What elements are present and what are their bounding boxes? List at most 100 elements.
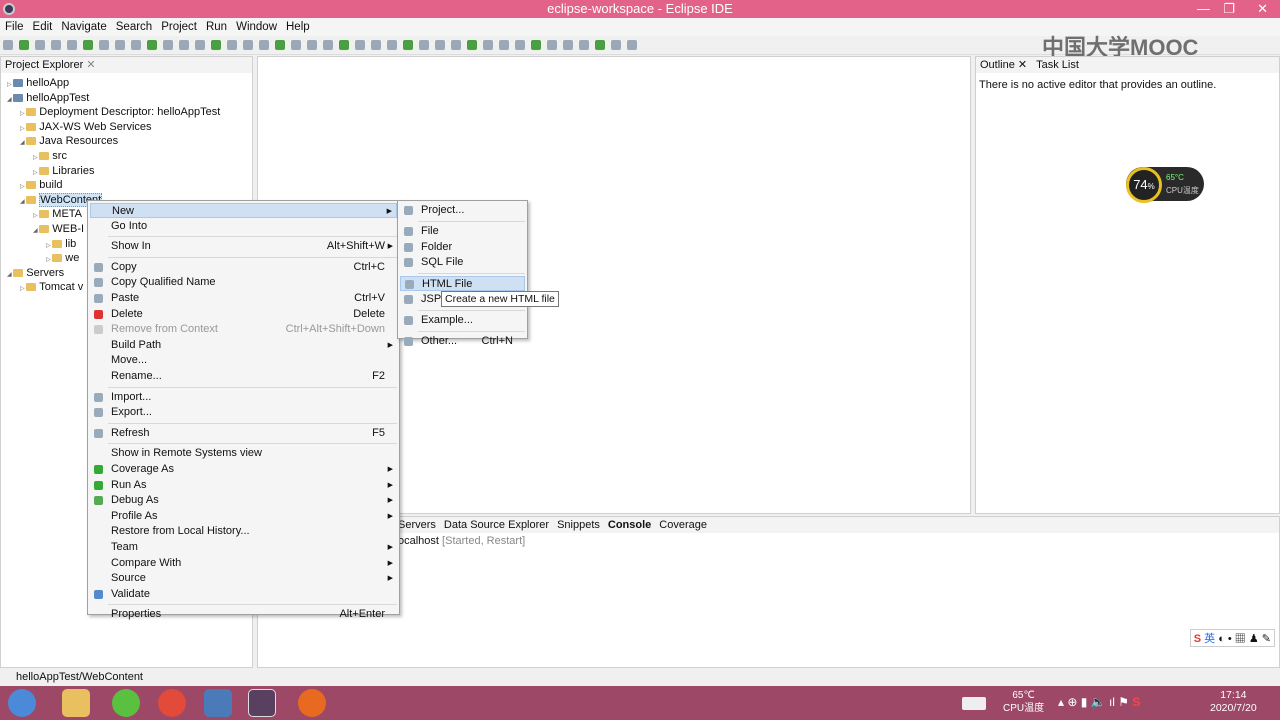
ime-toolbar[interactable]: S 英 ◐ • ▦ ♟ ✎ xyxy=(1189,629,1275,647)
menu-item-new[interactable]: New ▶ xyxy=(90,203,397,218)
close-button[interactable]: ✕ xyxy=(1257,0,1268,18)
toolbar-button[interactable] xyxy=(211,40,221,50)
toolbar-button[interactable] xyxy=(131,40,141,50)
toolbar-button[interactable] xyxy=(3,40,13,50)
eclipse-app[interactable] xyxy=(248,689,276,717)
menu-item-build-path[interactable]: Build Path ▶ xyxy=(90,338,397,353)
toolbar-button[interactable] xyxy=(451,40,461,50)
submenu-item-folder[interactable]: Folder xyxy=(400,240,525,255)
menu-item-restore-from-local-history[interactable]: Restore from Local History... xyxy=(90,524,397,539)
toolbar-button[interactable] xyxy=(35,40,45,50)
menu-window[interactable]: Window xyxy=(236,21,277,33)
toolbar-button[interactable] xyxy=(147,40,157,50)
toolbar-button[interactable] xyxy=(403,40,413,50)
recorder-app[interactable] xyxy=(298,689,326,717)
toolbar-button[interactable] xyxy=(371,40,381,50)
submenu-item-other[interactable]: Other... Ctrl+N xyxy=(400,334,525,349)
menu-item-show-in-remote-systems-view[interactable]: Show in Remote Systems view xyxy=(90,446,397,461)
menu-item-delete[interactable]: Delete Delete xyxy=(90,307,397,322)
tree-item[interactable]: ◢ helloAppTest xyxy=(1,91,252,106)
submenu-item-example[interactable]: Example... xyxy=(400,313,525,328)
menu-help[interactable]: Help xyxy=(286,21,310,33)
tree-item[interactable]: ▷ helloApp xyxy=(1,76,252,91)
submenu-item-html-file[interactable]: HTML File xyxy=(400,276,525,292)
toolbar-button[interactable] xyxy=(227,40,237,50)
toolbar-button[interactable] xyxy=(243,40,253,50)
toolbar-button[interactable] xyxy=(531,40,541,50)
toolbar-button[interactable] xyxy=(19,40,29,50)
menu-item-import[interactable]: Import... xyxy=(90,390,397,405)
toolbar-button[interactable] xyxy=(115,40,125,50)
menu-file[interactable]: File xyxy=(5,21,24,33)
toolbar-button[interactable] xyxy=(387,40,397,50)
toolbar-button[interactable] xyxy=(163,40,173,50)
remote-desktop-app[interactable] xyxy=(204,689,232,717)
toolbar-button[interactable] xyxy=(579,40,589,50)
toolbar-button[interactable] xyxy=(195,40,205,50)
toolbar-button[interactable] xyxy=(275,40,285,50)
menu-item-copy-qualified-name[interactable]: Copy Qualified Name xyxy=(90,275,397,290)
toolbar-button[interactable] xyxy=(323,40,333,50)
tab-servers[interactable]: Servers xyxy=(398,519,436,531)
toolbar-button[interactable] xyxy=(467,40,477,50)
menu-item-debug-as[interactable]: Debug As ▶ xyxy=(90,493,397,508)
toolbar-button[interactable] xyxy=(515,40,525,50)
menu-run[interactable]: Run xyxy=(206,21,227,33)
menu-item-compare-with[interactable]: Compare With ▶ xyxy=(90,556,397,571)
maximize-button[interactable]: ❐ xyxy=(1223,0,1235,18)
toolbar-button[interactable] xyxy=(259,40,269,50)
tree-item[interactable]: ▷ build xyxy=(1,178,252,193)
menu-item-run-as[interactable]: Run As ▶ xyxy=(90,478,397,493)
toolbar-button[interactable] xyxy=(83,40,93,50)
close-icon[interactable]: ✕ xyxy=(86,59,95,71)
toolbar-button[interactable] xyxy=(179,40,189,50)
submenu-item-project[interactable]: Project... xyxy=(400,203,525,218)
menu-item-profile-as[interactable]: Profile As ▶ xyxy=(90,509,397,524)
toolbar-button[interactable] xyxy=(435,40,445,50)
menu-item-team[interactable]: Team ▶ xyxy=(90,540,397,555)
tree-item[interactable]: ◢ Java Resources xyxy=(1,134,252,149)
menu-item-move[interactable]: Move... xyxy=(90,353,397,368)
toolbar-button[interactable] xyxy=(547,40,557,50)
menu-edit[interactable]: Edit xyxy=(33,21,53,33)
toolbar-button[interactable] xyxy=(595,40,605,50)
toolbar-button[interactable] xyxy=(483,40,493,50)
menu-navigate[interactable]: Navigate xyxy=(61,21,106,33)
submenu-item-sql-file[interactable]: SQL File xyxy=(400,255,525,270)
menu-project[interactable]: Project xyxy=(161,21,197,33)
menu-item-properties[interactable]: Properties Alt+Enter xyxy=(90,607,397,622)
chrome-app[interactable] xyxy=(158,689,186,717)
menu-item-source[interactable]: Source ▶ xyxy=(90,571,397,586)
tree-item[interactable]: ▷ JAX-WS Web Services xyxy=(1,120,252,135)
toolbar-button[interactable] xyxy=(627,40,637,50)
tab-console[interactable]: Console xyxy=(608,519,651,531)
minimize-button[interactable]: — xyxy=(1197,0,1210,18)
menu-search[interactable]: Search xyxy=(116,21,152,33)
menu-item-copy[interactable]: Copy Ctrl+C xyxy=(90,260,397,275)
menu-item-refresh[interactable]: Refresh F5 xyxy=(90,426,397,441)
toolbar-button[interactable] xyxy=(611,40,621,50)
keyboard-icon[interactable] xyxy=(962,697,986,710)
toolbar-button[interactable] xyxy=(307,40,317,50)
toolbar-button[interactable] xyxy=(339,40,349,50)
toolbar-button[interactable] xyxy=(51,40,61,50)
menu-item-rename[interactable]: Rename... F2 xyxy=(90,369,397,384)
system-tray[interactable]: ▴ ⊕ ▮ 🔈 ıl ⚑ S xyxy=(1058,695,1140,709)
start-button[interactable] xyxy=(8,689,36,717)
file-explorer-app[interactable] xyxy=(62,689,90,717)
tree-item[interactable]: ▷ src xyxy=(1,149,252,164)
toolbar-button[interactable] xyxy=(291,40,301,50)
wechat-app[interactable] xyxy=(112,689,140,717)
toolbar-button[interactable] xyxy=(99,40,109,50)
menu-item-go-into[interactable]: Go Into xyxy=(90,219,397,234)
toolbar-button[interactable] xyxy=(419,40,429,50)
menu-item-export[interactable]: Export... xyxy=(90,405,397,420)
toolbar-button[interactable] xyxy=(67,40,77,50)
tab-task-list[interactable]: Task List xyxy=(1036,59,1079,71)
menu-item-paste[interactable]: Paste Ctrl+V xyxy=(90,291,397,306)
menu-item-coverage-as[interactable]: Coverage As ▶ xyxy=(90,462,397,477)
project-explorer-tab[interactable]: Project Explorer ✕ xyxy=(1,57,252,73)
tree-item[interactable]: ▷ Deployment Descriptor: helloAppTest xyxy=(1,105,252,120)
submenu-item-file[interactable]: File xyxy=(400,224,525,239)
tab-outline[interactable]: Outline xyxy=(980,59,1015,71)
